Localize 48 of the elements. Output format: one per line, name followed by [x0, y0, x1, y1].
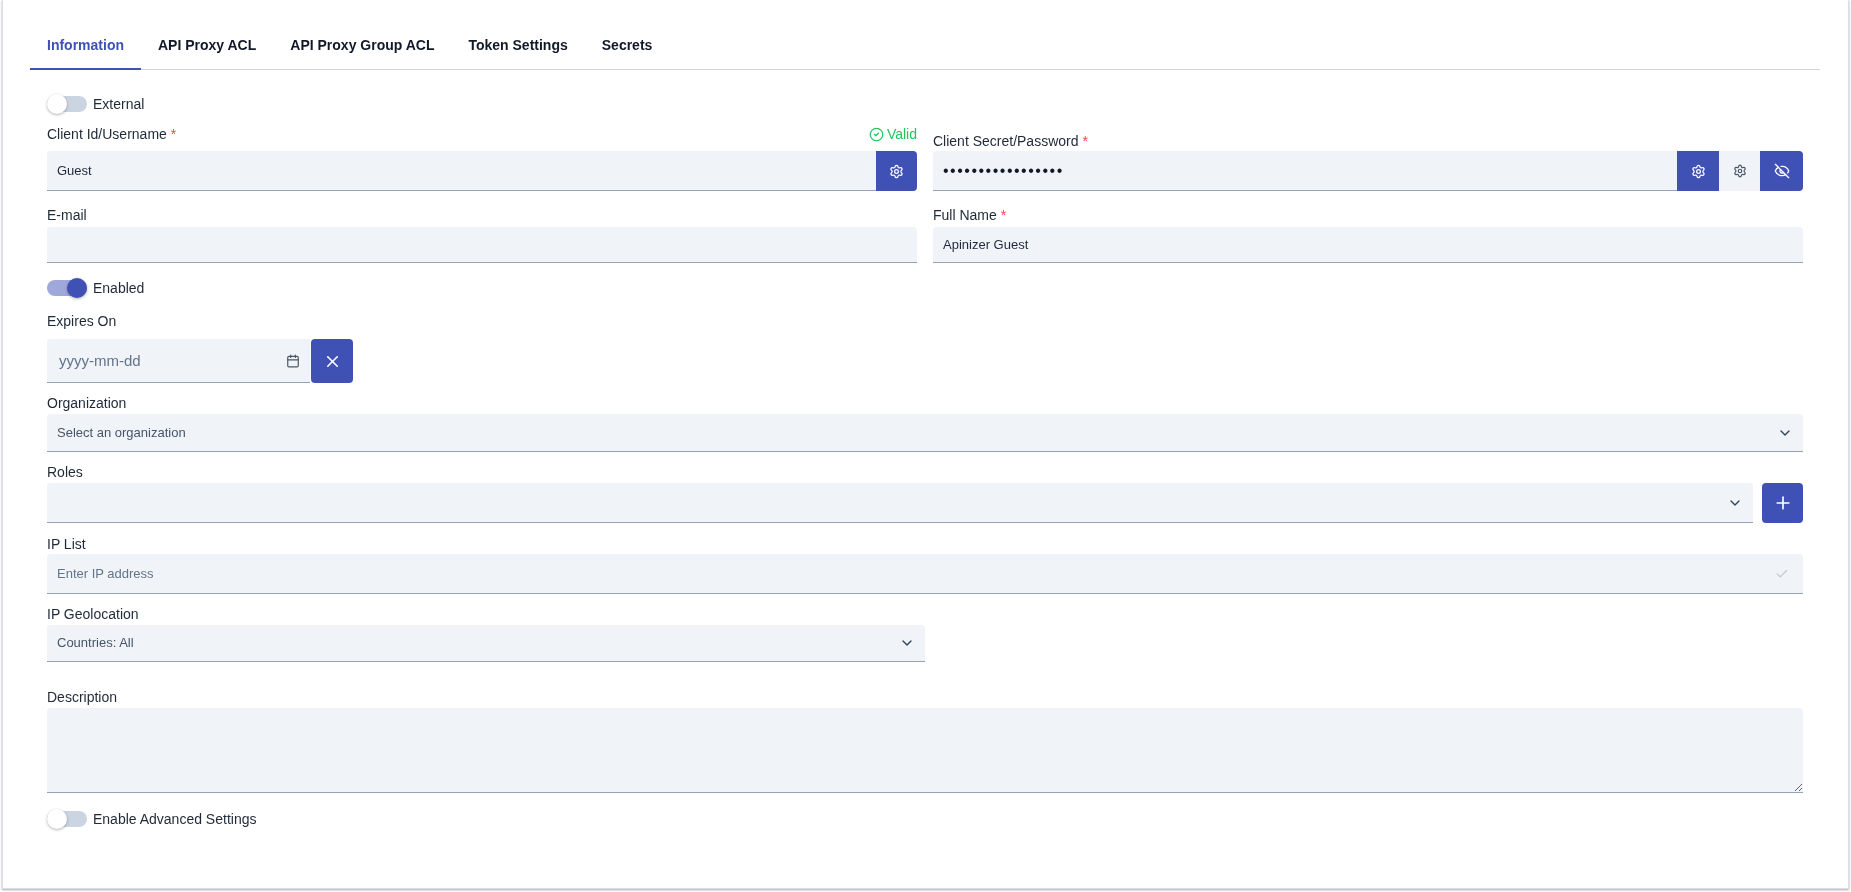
gear-icon [889, 163, 904, 179]
toggle-switch[interactable] [47, 94, 87, 114]
field-label: Client Secret/Password [933, 132, 1079, 151]
password-field[interactable]: ••••••••••••••••• [933, 151, 1677, 191]
date-field[interactable]: yyyy-mm-dd [47, 339, 310, 383]
input-field[interactable]: Enter IP address [47, 554, 1803, 594]
field-label: E-mail [47, 206, 87, 225]
input-field[interactable]: Guest [47, 151, 876, 191]
toggle-label: Enabled [93, 279, 145, 298]
add-button[interactable] [1762, 483, 1803, 523]
check-icon[interactable] [1775, 567, 1789, 581]
eye-off-icon [1773, 163, 1790, 179]
toggle-label: Enable Advanced Settings [93, 810, 257, 829]
check-circle-icon [868, 126, 884, 142]
input-field[interactable] [47, 227, 917, 263]
field-label: Expires On [47, 312, 117, 331]
tab[interactable]: API Proxy ACL [141, 22, 274, 70]
select-field[interactable]: Select an organization [47, 414, 1803, 452]
gear-icon [1690, 163, 1706, 179]
clear-button[interactable] [311, 339, 353, 383]
field-label: Roles [47, 463, 83, 482]
required-mark: * [1000, 206, 1007, 225]
field-label: Description [47, 688, 118, 707]
tab[interactable]: Secrets [584, 22, 670, 70]
settings-button[interactable] [876, 151, 917, 191]
settings-button[interactable] [1719, 151, 1760, 191]
toggle-switch[interactable] [47, 278, 87, 298]
field-label: IP Geolocation [47, 605, 139, 624]
gear-icon [1732, 164, 1747, 178]
field-label: Full Name [933, 206, 997, 225]
required-mark: * [170, 125, 177, 144]
select-field[interactable]: Countries: All [47, 625, 925, 662]
tab[interactable]: Information [30, 22, 141, 70]
settings-button[interactable] [1677, 151, 1719, 191]
select-field[interactable] [47, 483, 1753, 523]
validation-status: Valid [886, 125, 917, 144]
tab[interactable]: API Proxy Group ACL [273, 22, 452, 70]
required-mark: * [1082, 132, 1088, 151]
calendar-icon[interactable] [286, 354, 300, 368]
description-field[interactable] [47, 708, 1803, 793]
visibility-toggle-button[interactable] [1760, 151, 1803, 191]
toggle-label: External [93, 95, 145, 114]
field-label: Client Id/Username [47, 125, 167, 144]
field-label: IP List [47, 535, 86, 554]
input-field[interactable]: Apinizer Guest [933, 227, 1803, 263]
tab[interactable]: Token Settings [451, 22, 585, 70]
toggle-switch[interactable] [47, 809, 87, 829]
field-label: Organization [47, 394, 127, 413]
